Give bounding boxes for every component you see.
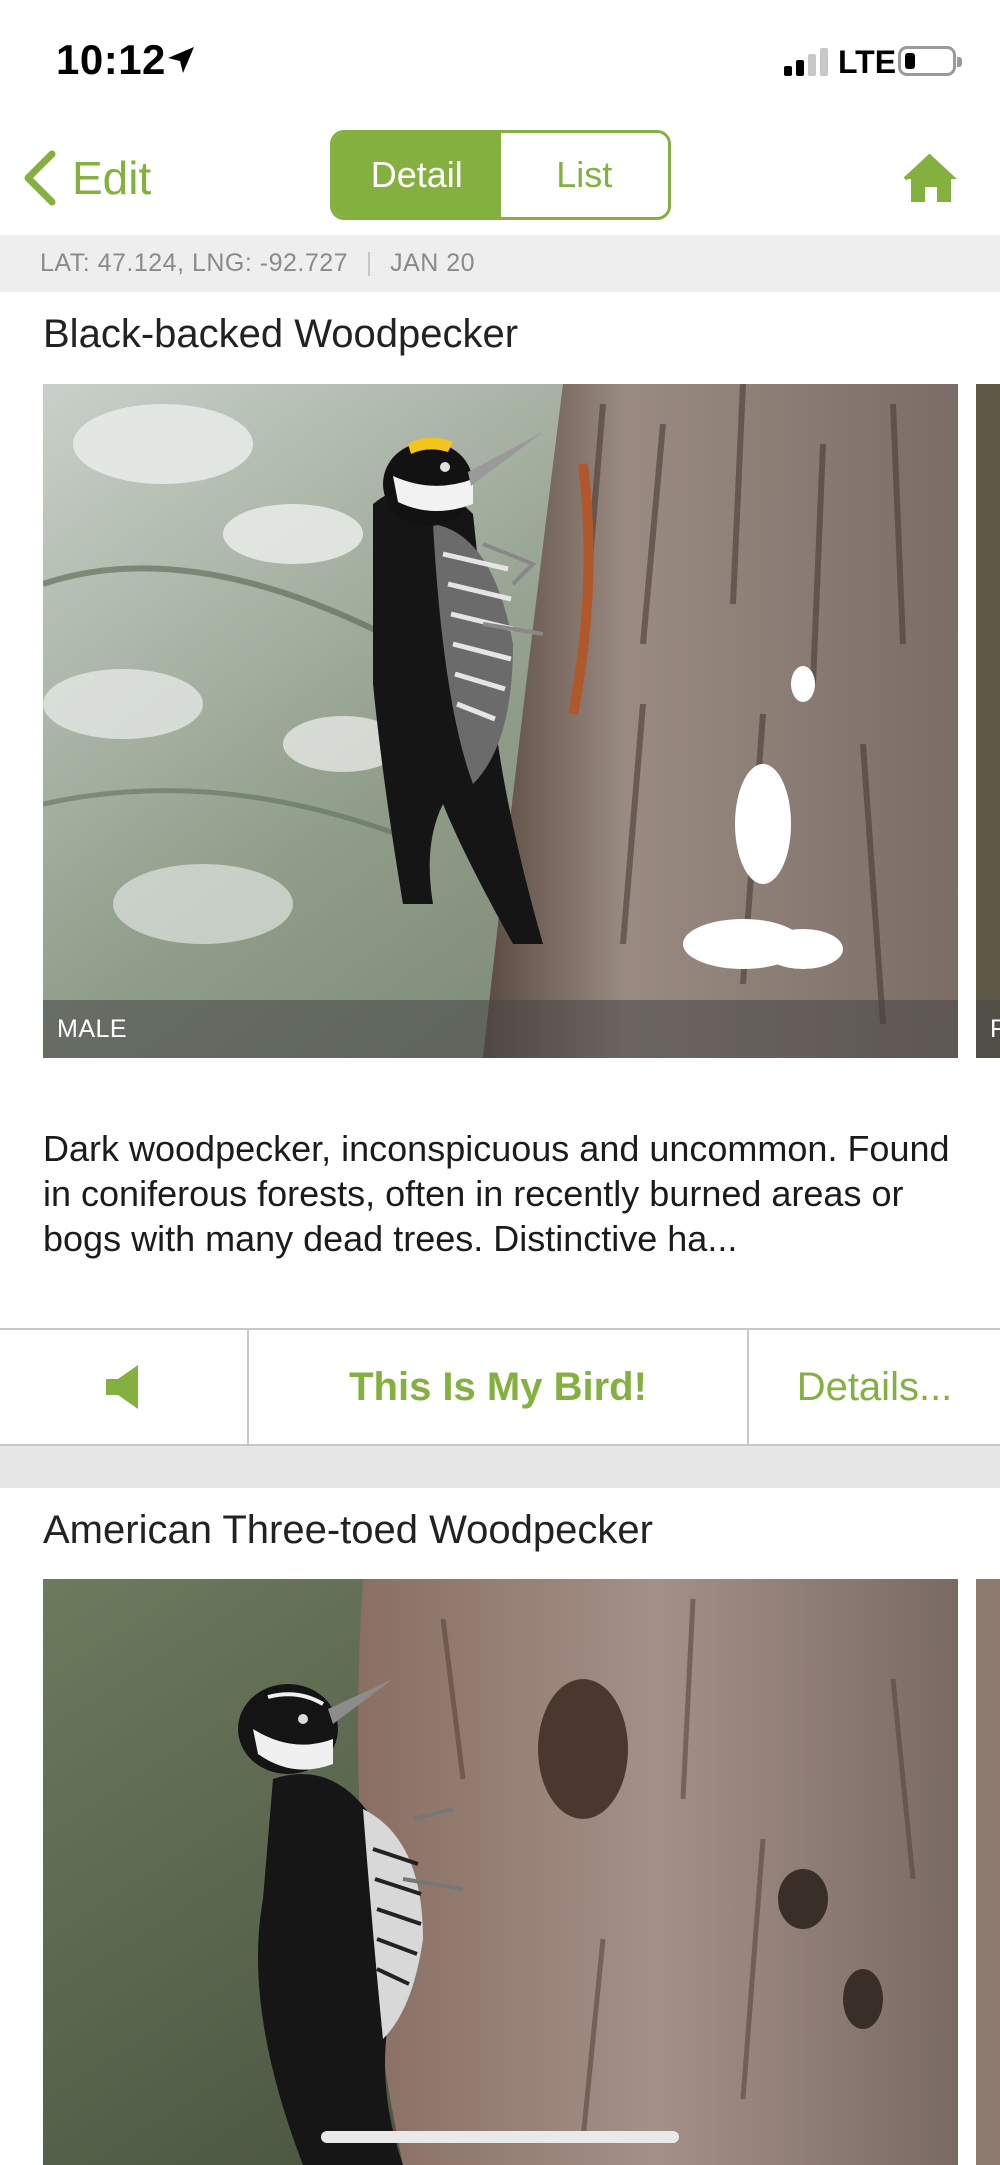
bird-description: Dark woodpecker, inconspicuous and uncom… bbox=[43, 1128, 950, 1259]
this-is-my-bird-button[interactable]: This Is My Bird! bbox=[249, 1330, 749, 1444]
home-icon[interactable] bbox=[903, 150, 959, 206]
segment-detail[interactable]: Detail bbox=[333, 133, 501, 217]
next-photo-peek[interactable]: F bbox=[976, 384, 1000, 1058]
chevron-left-icon bbox=[24, 150, 56, 206]
details-button[interactable]: Details... bbox=[749, 1330, 1000, 1444]
view-segmented-control: Detail List bbox=[330, 130, 671, 220]
bird-name: American Three-toed Woodpecker bbox=[43, 1508, 653, 1552]
action-row: This Is My Bird! Details... bbox=[0, 1328, 1000, 1446]
woodpecker-image bbox=[43, 384, 958, 1058]
bird-name: Black-backed Woodpecker bbox=[43, 312, 519, 356]
next-photo-caption: F bbox=[976, 1000, 1000, 1058]
network-label: LTE bbox=[838, 44, 897, 80]
back-label: Edit bbox=[72, 152, 152, 204]
nav-bar: Edit Detail List bbox=[0, 120, 1000, 235]
location-coords: LAT: 47.124, LNG: -92.727 bbox=[40, 249, 349, 277]
signal-icon bbox=[784, 46, 830, 76]
speaker-icon bbox=[105, 1365, 138, 1409]
battery-icon bbox=[898, 46, 962, 76]
home-indicator bbox=[321, 2131, 679, 2143]
location-separator bbox=[368, 251, 371, 276]
section-divider bbox=[0, 1446, 1000, 1488]
bird-photo[interactable] bbox=[43, 1579, 958, 2165]
bird-photo[interactable]: MALE bbox=[43, 384, 958, 1058]
play-sound-button[interactable] bbox=[0, 1330, 249, 1444]
location-bar: LAT: 47.124, LNG: -92.727 JAN 20 bbox=[0, 235, 1000, 292]
woodpecker-image bbox=[43, 1579, 958, 2165]
back-button[interactable]: Edit bbox=[20, 146, 151, 210]
segment-list[interactable]: List bbox=[500, 133, 668, 217]
location-arrow-icon bbox=[168, 47, 194, 73]
location-date: JAN 20 bbox=[390, 249, 476, 277]
next-photo-peek[interactable] bbox=[976, 1579, 1000, 2165]
status-time: 10:12 bbox=[56, 36, 166, 83]
status-bar: 10:12 LTE bbox=[0, 0, 1000, 120]
photo-caption: MALE bbox=[43, 1000, 958, 1058]
